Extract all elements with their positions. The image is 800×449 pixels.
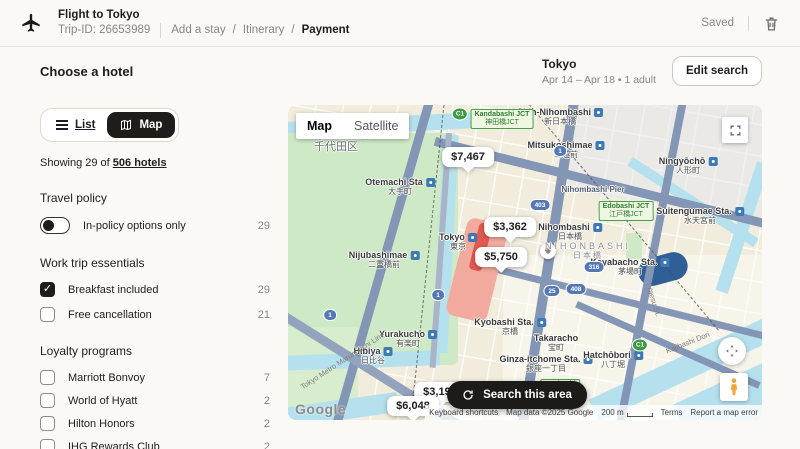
breadcrumb-item[interactable]: Payment / xyxy=(302,24,350,36)
google-logo: Google xyxy=(295,401,346,417)
pegman-control[interactable] xyxy=(720,373,748,401)
airplane-logo-icon[interactable] xyxy=(20,12,42,34)
breadcrumb-item[interactable]: Itinerary / xyxy=(243,24,295,36)
checkbox[interactable] xyxy=(40,370,55,385)
list-view-button[interactable]: List xyxy=(44,112,107,138)
filter-checkbox-row[interactable]: Marriott Bonvoy 7 xyxy=(40,370,272,385)
map-scale: 200 m xyxy=(597,405,656,420)
results-summary: Showing 29 of 506 hotels xyxy=(40,157,272,169)
pegman-icon xyxy=(728,378,740,396)
fullscreen-icon xyxy=(729,124,742,137)
loyalty-filters: Marriott Bonvoy 7 World of Hyatt 2 Hilto… xyxy=(40,370,272,449)
travel-policy-filters: In-policy options only 29 xyxy=(40,217,272,234)
checkbox[interactable] xyxy=(40,393,55,408)
divider xyxy=(748,16,749,31)
map-view-button[interactable]: Map xyxy=(107,112,175,138)
filter-checkbox-row[interactable]: Hilton Honors 2 xyxy=(40,416,272,431)
terms-link[interactable]: Terms xyxy=(657,405,687,420)
checkbox[interactable] xyxy=(40,439,55,449)
top-bar: Flight to Tokyo Trip-ID: 26653989 Add a … xyxy=(0,0,800,47)
search-summary: Tokyo Apr 14 – Apr 18 • 1 adult xyxy=(542,57,656,86)
scale-bar xyxy=(627,413,653,417)
trip-id: Trip-ID: 26653989 xyxy=(58,24,150,36)
filter-checkbox-row[interactable]: Free cancellation 21 xyxy=(40,307,272,322)
map-icon xyxy=(120,119,132,131)
refresh-icon xyxy=(462,389,474,401)
checkbox[interactable] xyxy=(40,282,55,297)
map-type-map-button[interactable]: Map xyxy=(296,113,343,139)
fullscreen-button[interactable] xyxy=(722,117,748,143)
trip-title: Flight to Tokyo xyxy=(58,9,350,21)
filter-sidebar: List Map Showing 29 of 506 hotels Travel… xyxy=(40,108,272,449)
breadcrumb-item[interactable]: Add a stay / xyxy=(171,24,236,36)
breadcrumb: Add a stay / Itinerary / Payment / xyxy=(171,24,349,36)
destination-name: Tokyo xyxy=(542,57,656,71)
trip-info: Flight to Tokyo Trip-ID: 26653989 Add a … xyxy=(58,9,350,38)
page-title: Choose a hotel xyxy=(40,64,133,79)
section-title-essentials: Work trip essentials xyxy=(40,256,272,270)
section-title-loyalty: Loyalty programs xyxy=(40,344,272,358)
edit-search-button[interactable]: Edit search xyxy=(672,56,762,86)
hotel-price-marker[interactable]: $7,467 xyxy=(442,147,494,167)
section-title-travel-policy: Travel policy xyxy=(40,191,272,205)
pan-control-button[interactable] xyxy=(718,337,746,365)
route-shield: 403 xyxy=(530,199,551,211)
list-icon xyxy=(56,120,68,130)
station-icon xyxy=(593,223,602,232)
divider xyxy=(160,23,161,38)
map-type-control: Map Satellite xyxy=(296,113,409,139)
filter-checkbox-row[interactable]: IHG Rewards Club 2 xyxy=(40,439,272,449)
essentials-filters: Breakfast included 29 Free cancellation … xyxy=(40,282,272,322)
search-this-area-button[interactable]: Search this area xyxy=(447,381,587,409)
checkbox[interactable] xyxy=(40,416,55,431)
map-label: Edobashi JCT 江戸橋JCT xyxy=(599,201,654,221)
report-error-link[interactable]: Report a map error xyxy=(686,405,762,420)
hotel-count-link[interactable]: 506 hotels xyxy=(113,157,167,169)
location-pin[interactable] xyxy=(540,243,556,259)
saved-status: Saved xyxy=(701,17,734,29)
view-toggle: List Map xyxy=(40,108,179,142)
hotel-price-marker[interactable]: $3,362 xyxy=(484,217,536,237)
filter-checkbox-row[interactable]: Breakfast included 29 xyxy=(40,282,272,297)
checkbox[interactable] xyxy=(40,307,55,322)
map-type-satellite-button[interactable]: Satellite xyxy=(343,113,409,139)
trash-icon[interactable] xyxy=(763,15,780,32)
toggle-switch[interactable] xyxy=(40,217,70,234)
app-window: Flight to Tokyo Trip-ID: 26653989 Add a … xyxy=(0,0,800,449)
filter-checkbox-row[interactable]: World of Hyatt 2 xyxy=(40,393,272,408)
pan-arrows-icon xyxy=(724,343,740,359)
dates-occupancy: Apr 14 – Apr 18 • 1 adult xyxy=(542,74,656,86)
hotel-price-marker[interactable]: $5,750 xyxy=(475,247,527,267)
policy-toggle-row[interactable]: In-policy options only 29 xyxy=(40,217,272,234)
map-canvas[interactable]: Chiyoda City 千代田区 Otemachi Sta 大手町 Tokyo… xyxy=(288,105,762,420)
